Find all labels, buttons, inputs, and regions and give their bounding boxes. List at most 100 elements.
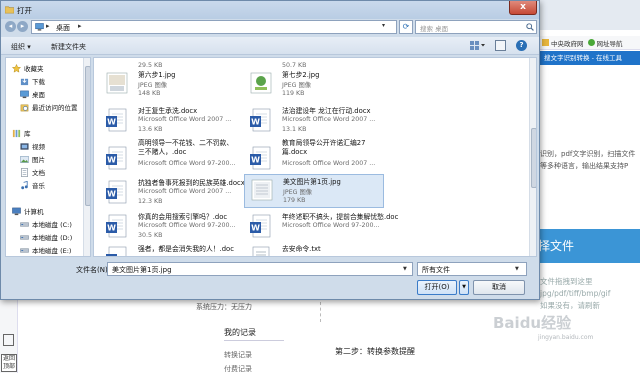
file-item[interactable]: W 对王复生承洗.docx Microsoft Office Word 2007… xyxy=(100,104,240,138)
nav-desktop[interactable]: 桌面 xyxy=(20,89,45,99)
computer-icon xyxy=(12,207,21,215)
bookmark-nav[interactable]: 网址导航 xyxy=(587,38,623,48)
select-file-button[interactable]: 择文件 xyxy=(528,229,640,263)
nav-recent[interactable]: 最近访问的位置 xyxy=(20,102,78,112)
nav-downloads[interactable]: 下载 xyxy=(20,76,45,86)
nav-library[interactable]: 库 xyxy=(12,128,31,138)
bookmarks-bar: 中央政府网 网址导航 xyxy=(538,36,640,50)
svg-text:W: W xyxy=(107,118,116,127)
view-options-icon[interactable] xyxy=(469,40,485,51)
file-item[interactable]: 去安命令.txt xyxy=(244,242,384,256)
search-icon xyxy=(526,23,534,31)
file-item[interactable]: W 法治建设年 龙江在行动.docx Microsoft Office Word… xyxy=(244,104,384,138)
file-scroll-thumb[interactable] xyxy=(531,128,536,188)
recent-places-icon xyxy=(20,104,29,111)
file-item[interactable]: W 教育局领导公开许诺汇编27篇.docx Microsoft Office W… xyxy=(244,138,384,176)
drive-icon xyxy=(20,221,29,227)
word-document-icon: W xyxy=(250,146,271,170)
records-divider xyxy=(224,340,284,341)
file-type-select[interactable]: 所有文件 xyxy=(417,262,527,276)
step2-title: 第二步：转换参数提醒 xyxy=(335,347,415,356)
address-row: ◂ ▸ ▸ 桌面 ▸ ▾ ⟳ 搜索 桌面 xyxy=(1,19,539,37)
search-input[interactable]: 搜索 桌面 xyxy=(415,20,537,34)
file-item[interactable]: W 强者，都是会消失我的人！.doc xyxy=(100,242,240,258)
search-placeholder: 搜索 桌面 xyxy=(420,25,449,33)
preview-pane-icon[interactable] xyxy=(495,40,506,51)
word-document-icon: W xyxy=(250,214,271,238)
file-item[interactable]: W 抗独者鲁事死报到的民族英雄.docx Microsoft Office Wo… xyxy=(100,176,245,210)
svg-text:W: W xyxy=(251,156,260,165)
svg-text:W: W xyxy=(107,224,116,233)
text-file-icon xyxy=(252,246,270,256)
word-document-icon: W xyxy=(106,180,127,204)
help-icon[interactable]: ? xyxy=(516,40,527,51)
file-item[interactable]: 第七步2.jpg JPEG 图像 119 KB xyxy=(244,68,384,102)
nav-videos[interactable]: 视频 xyxy=(20,141,45,151)
back-to-top-button[interactable]: 返回顶部 xyxy=(1,354,17,372)
organize-button[interactable]: 组织 ▾ xyxy=(11,42,31,52)
video-icon xyxy=(20,142,29,150)
file-scrollbar[interactable] xyxy=(529,58,536,256)
breadcrumb-desktop[interactable]: 桌面 xyxy=(56,23,70,33)
nav-documents[interactable]: 文档 xyxy=(20,167,45,177)
forward-arrow-icon[interactable]: ▸ xyxy=(17,21,28,32)
paid-records-link[interactable]: 付费记录 xyxy=(224,364,252,373)
nav-drive-d[interactable]: 本地磁盘 (D:) xyxy=(20,232,72,242)
breadcrumb-separator[interactable]: ▸ xyxy=(46,22,50,30)
document-icon[interactable] xyxy=(3,334,14,346)
file-item-selected[interactable]: 美文图片第1页.jpg JPEG 图像 179 KB xyxy=(244,174,384,208)
drive-icon xyxy=(20,247,29,253)
svg-text:W: W xyxy=(107,190,116,199)
word-document-icon: W xyxy=(106,146,127,170)
new-folder-button[interactable]: 新建文件夹 xyxy=(51,42,86,52)
open-button[interactable]: 打开(O) xyxy=(417,280,457,295)
chevron-down-icon[interactable]: ▼ xyxy=(403,266,407,272)
nav-scrollbar[interactable] xyxy=(83,58,90,256)
nav-scroll-thumb[interactable] xyxy=(85,66,90,206)
nav-pictures[interactable]: 图片 xyxy=(20,154,45,164)
file-item[interactable]: W 高明领导一不花钱、二不罚款、三不赌人，.doc Microsoft Offi… xyxy=(100,138,240,176)
photo-icon xyxy=(250,72,272,94)
download-icon xyxy=(20,77,29,85)
back-arrow-icon[interactable]: ◂ xyxy=(5,21,16,32)
nav-drive-e[interactable]: 本地磁盘 (E:) xyxy=(20,245,71,255)
library-icon xyxy=(12,129,21,137)
svg-text:W: W xyxy=(107,256,116,258)
drive-icon xyxy=(20,234,29,240)
folder-icon xyxy=(542,39,549,46)
system-status: 系统压力：无压力 xyxy=(196,303,252,311)
nav-music[interactable]: 音乐 xyxy=(20,180,45,190)
chevron-down-icon[interactable]: ▾ xyxy=(382,22,385,29)
file-item[interactable]: 第六步1.jpg JPEG 图像 148 KB xyxy=(100,68,240,102)
nav-computer[interactable]: 计算机 xyxy=(12,206,44,216)
folder-icon xyxy=(5,6,14,14)
navigation-pane: 收藏夹 下载 桌面 最近访问的位置 库 视频 图片 文档 音乐 计算机 本地磁盘… xyxy=(5,57,91,257)
refresh-icon[interactable]: ⟳ xyxy=(399,20,413,34)
nav-favorites[interactable]: 收藏夹 xyxy=(12,63,44,73)
file-item[interactable]: W 年终述职不搞头，提前合集解忧愁.doc Microsoft Office W… xyxy=(244,210,398,244)
word-document-icon: W xyxy=(250,108,271,132)
nav-drive-c[interactable]: 本地磁盘 (C:) xyxy=(20,219,72,229)
photo-icon xyxy=(106,72,128,94)
address-bar[interactable]: ▸ 桌面 ▸ ▾ xyxy=(31,20,397,34)
document-icon xyxy=(21,167,28,177)
word-document-icon: W xyxy=(106,246,127,258)
close-button[interactable]: x xyxy=(509,1,537,15)
open-split-arrow[interactable]: ▼ xyxy=(459,280,469,295)
star-icon xyxy=(12,63,21,73)
desktop-icon xyxy=(35,23,44,31)
word-document-icon: W xyxy=(106,108,127,132)
music-icon xyxy=(21,180,28,189)
file-item[interactable]: W 你真的会用搜索引擎吗？.doc Microsoft Office Word … xyxy=(100,210,240,244)
dialog-title-bar[interactable]: 打开 x xyxy=(1,1,539,19)
word-document-icon: W xyxy=(106,214,127,238)
conversion-records-link[interactable]: 转换记录 xyxy=(224,350,252,360)
filename-input[interactable]: 美文图片第1页.jpg xyxy=(107,262,413,276)
leaf-icon xyxy=(587,39,595,46)
browser-tab[interactable]: 搜文字识别转换 - 在线工具 xyxy=(534,51,640,65)
photo-icon xyxy=(251,179,273,201)
bookmark-gov[interactable]: 中央政府网 xyxy=(542,38,584,48)
chevron-down-icon[interactable]: ▼ xyxy=(515,266,519,272)
cancel-button[interactable]: 取消 xyxy=(473,280,525,295)
breadcrumb-separator[interactable]: ▸ xyxy=(78,22,82,30)
